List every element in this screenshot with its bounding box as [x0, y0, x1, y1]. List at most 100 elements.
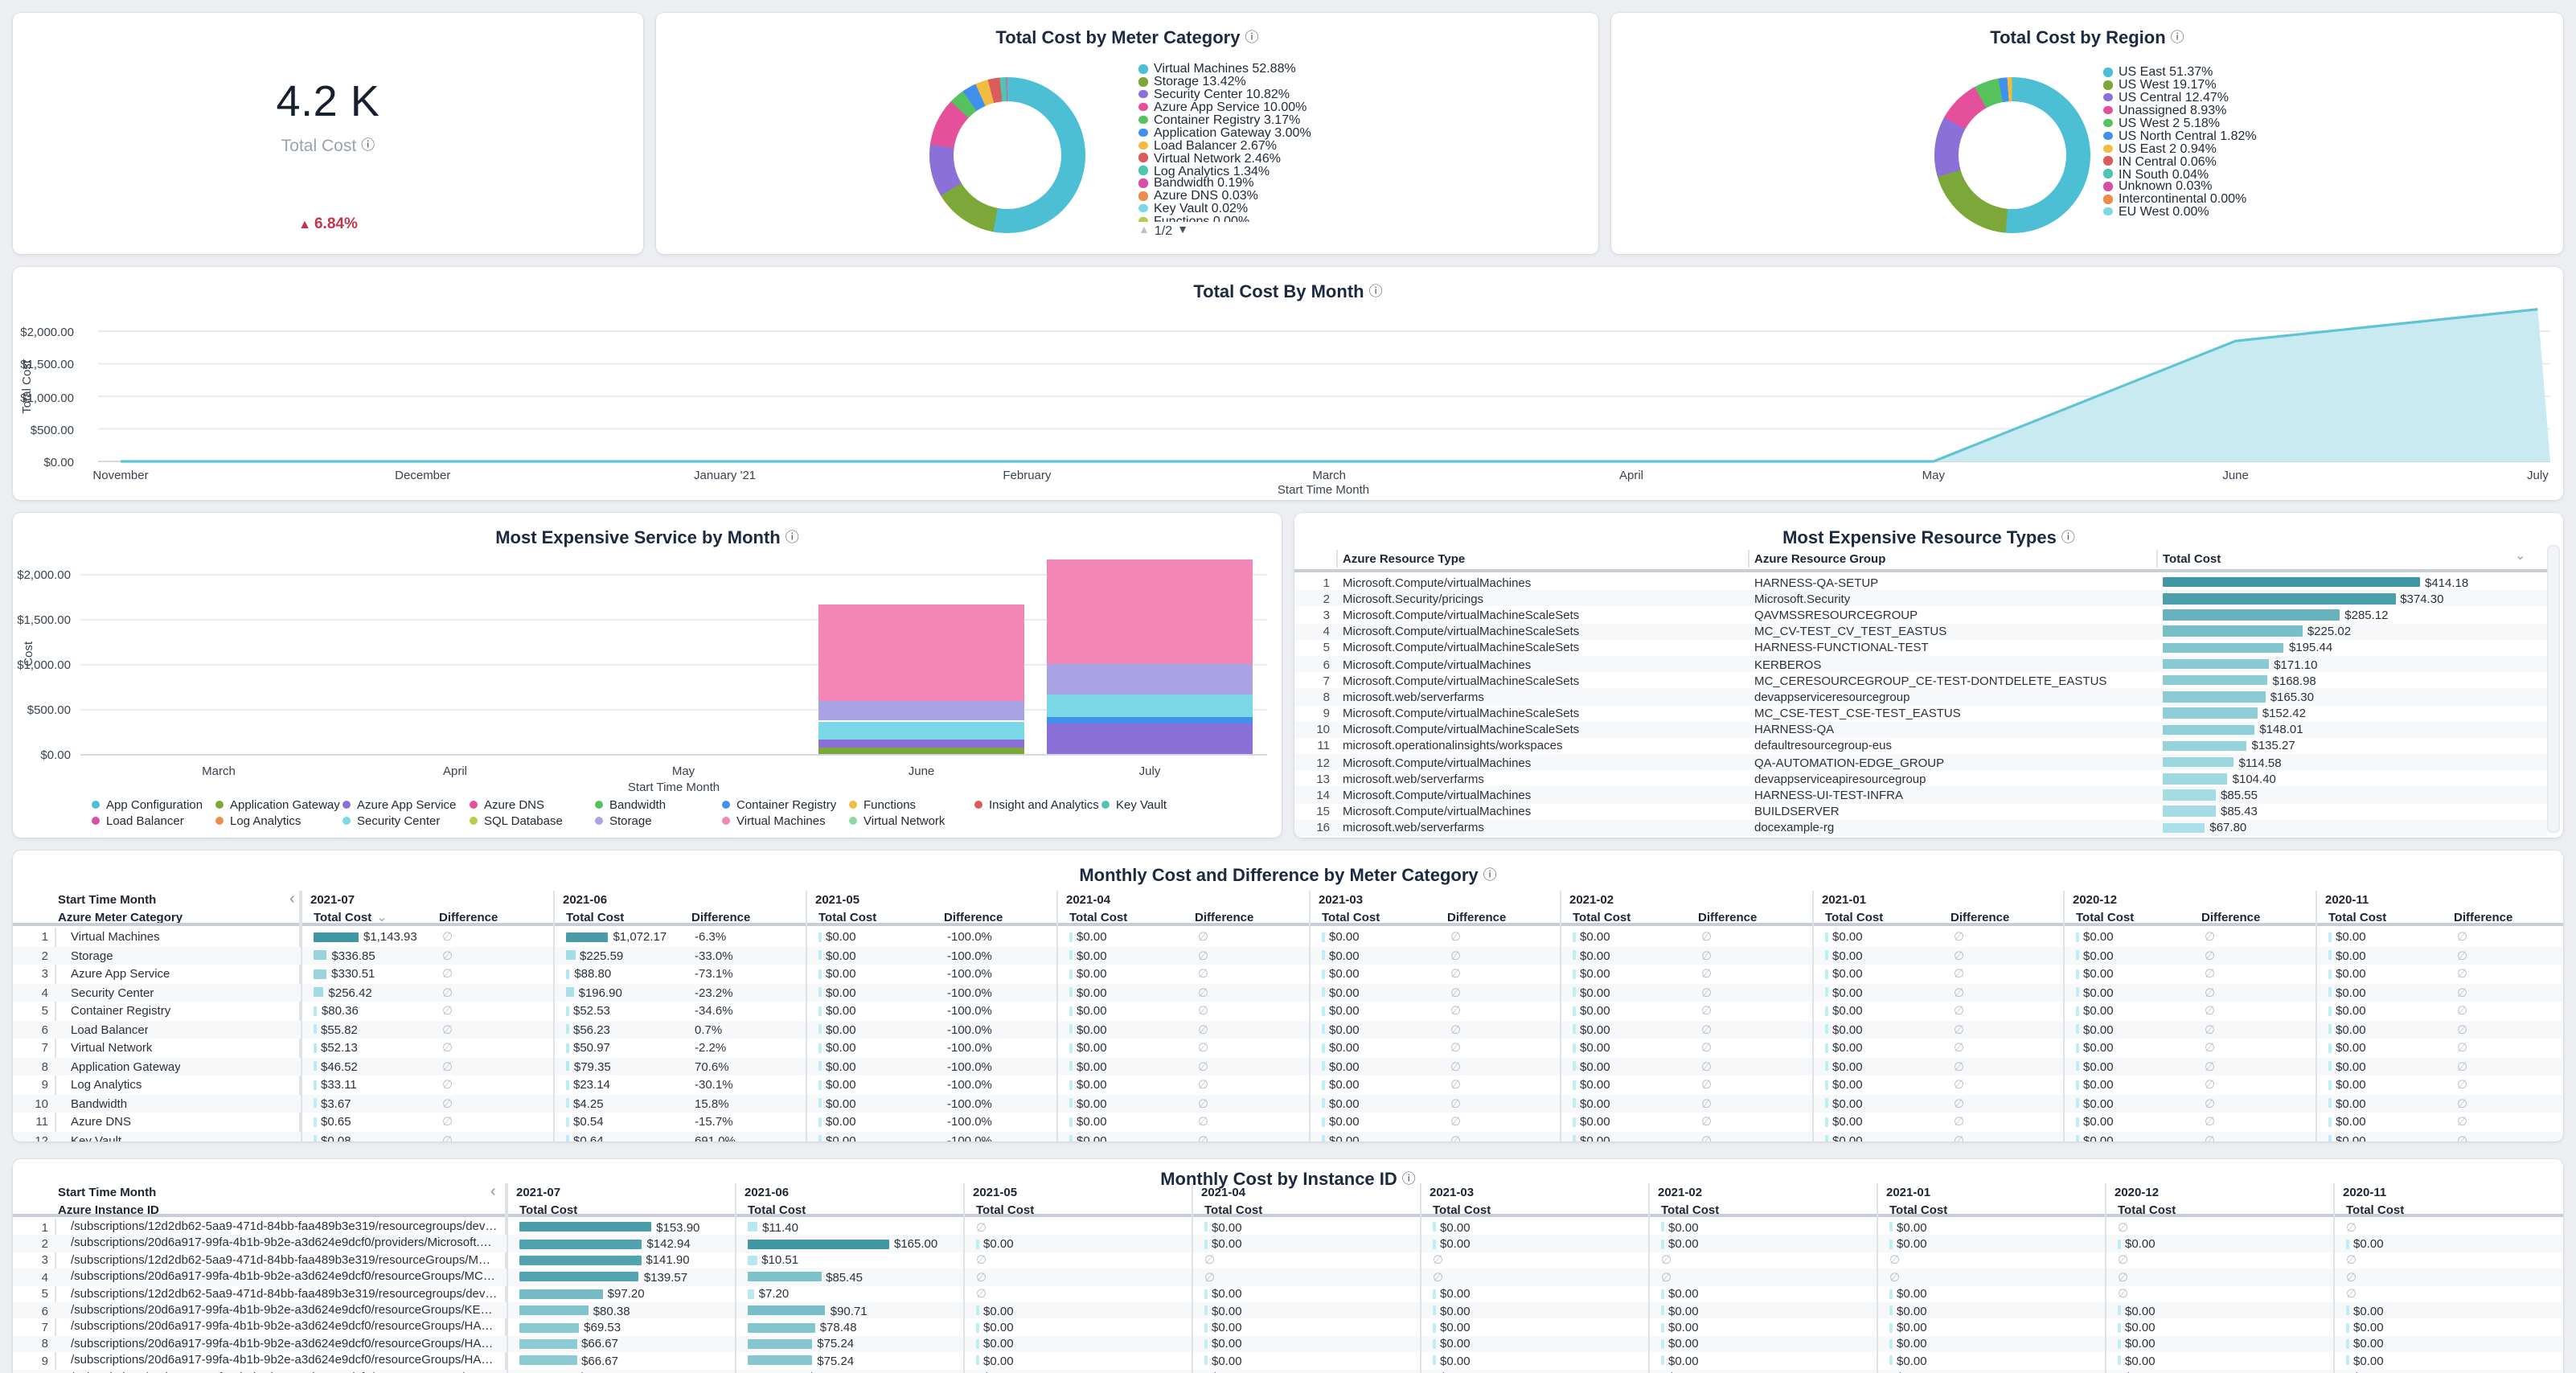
total-cost-cell[interactable]: $0.00 — [818, 1076, 937, 1094]
total-cost-cell[interactable]: $0.00 — [1889, 1335, 2108, 1352]
total-cost-cell[interactable]: $0.00 — [1573, 928, 1692, 946]
month-header[interactable]: 2021-06 — [563, 892, 607, 907]
total-cost-cell[interactable]: $0.64 — [566, 1131, 685, 1141]
total-cost-cell[interactable]: $65.08 — [748, 1369, 966, 1373]
total-cost-cell[interactable]: $0.00 — [2328, 946, 2447, 965]
total-cost-cell[interactable]: $0.00 — [2328, 1113, 2447, 1131]
total-cost-cell[interactable]: $0.00 — [2346, 1236, 2563, 1252]
total-cost-cell[interactable]: ∅ — [2118, 1268, 2336, 1285]
total-cost-cell[interactable]: $1,143.93 — [314, 928, 433, 946]
table-row[interactable]: 3Azure App Service$330.51∅$88.80-73.1%$0… — [13, 965, 2563, 983]
legend-item[interactable]: Virtual Machines — [722, 814, 826, 828]
legend-item[interactable]: Log Analytics — [215, 814, 301, 828]
legend-item[interactable]: Log Analytics 1.34% — [1138, 164, 1573, 177]
bar-segment[interactable] — [1047, 663, 1253, 694]
total-cost-cell[interactable]: $0.00 — [2328, 1057, 2447, 1076]
total-cost-cell[interactable]: $1,072.17 — [566, 928, 685, 946]
total-cost-cell[interactable]: $0.00 — [1322, 965, 1441, 983]
total-cost-cell[interactable]: $0.00 — [2118, 1369, 2336, 1373]
month-header[interactable]: 2021-01 — [1822, 892, 1866, 907]
total-cost-cell[interactable]: $0.00 — [1573, 965, 1692, 983]
table-row[interactable]: 11microsoft.operationalinsights/workspac… — [1294, 738, 2547, 754]
legend-item[interactable]: US West 19.17% — [2103, 79, 2537, 92]
total-cost-cell[interactable]: $0.00 — [1204, 1236, 1423, 1252]
total-cost-cell[interactable]: $55.82 — [314, 1020, 433, 1039]
total-cost-cell[interactable]: $153.90 — [519, 1219, 738, 1236]
total-cost-cell[interactable]: $0.00 — [818, 946, 937, 965]
legend-item[interactable]: US East 2 0.94% — [2103, 142, 2537, 155]
vertical-scrollbar[interactable] — [2547, 545, 2560, 833]
legend-item[interactable]: Storage — [595, 814, 652, 828]
total-cost-cell[interactable]: $3.67 — [314, 1094, 433, 1113]
total-cost-cell[interactable]: $0.00 — [2328, 928, 2447, 946]
month-header[interactable]: 2021-03 — [1430, 1185, 1474, 1199]
total-cost-cell[interactable]: $0.00 — [1573, 1057, 1692, 1076]
total-cost-cell[interactable]: $0.00 — [1322, 946, 1441, 965]
legend-item[interactable]: Unknown 0.03% — [2103, 180, 2537, 193]
scroll-left-icon[interactable]: ‹ — [490, 1187, 496, 1199]
legend-item[interactable]: Unassigned 8.93% — [2103, 104, 2537, 117]
month-header[interactable]: 2020-12 — [2115, 1185, 2159, 1199]
total-cost-cell[interactable]: $0.00 — [976, 1302, 1195, 1319]
info-icon[interactable]: ⓘ — [361, 137, 375, 153]
region-donut[interactable] — [1934, 77, 2090, 233]
table-row[interactable]: 5/subscriptions/12d2db62-5aa9-471d-84bb-… — [13, 1285, 2563, 1302]
table-row[interactable]: 7Microsoft.Compute/virtualMachineScaleSe… — [1294, 672, 2547, 688]
bar-segment[interactable] — [818, 747, 1024, 754]
total-cost-cell[interactable]: $195.44 — [2163, 640, 2541, 656]
month-header[interactable]: 2021-05 — [815, 892, 859, 907]
total-cost-cell[interactable]: $0.00 — [818, 1113, 937, 1131]
info-icon[interactable]: ⓘ — [1402, 1170, 1416, 1187]
legend-item[interactable]: US Central 12.47% — [2103, 92, 2537, 105]
total-cost-cell[interactable]: $97.20 — [519, 1285, 738, 1302]
legend-item[interactable]: Load Balancer — [92, 814, 184, 828]
total-cost-cell[interactable]: $0.00 — [1322, 1020, 1441, 1039]
total-cost-cell[interactable]: $0.00 — [1825, 1057, 1944, 1076]
total-cost-cell[interactable]: $0.00 — [2076, 1039, 2195, 1057]
total-cost-cell[interactable]: $0.00 — [1433, 1335, 1651, 1352]
total-cost-cell[interactable]: $0.00 — [1204, 1219, 1423, 1236]
total-cost-cell[interactable]: $0.00 — [2328, 1002, 2447, 1020]
table-row[interactable]: 1Microsoft.Compute/virtualMachinesHARNES… — [1294, 574, 2547, 590]
month-header[interactable]: 2020-11 — [2325, 892, 2369, 907]
table-row[interactable]: 7Virtual Network$52.13∅$50.97-2.2%$0.00-… — [13, 1039, 2563, 1057]
stacked-bar[interactable] — [1047, 513, 1253, 754]
total-cost-cell[interactable]: $165.30 — [2163, 689, 2541, 705]
total-cost-cell[interactable]: $374.30 — [2163, 590, 2541, 606]
total-cost-cell[interactable]: $0.00 — [2118, 1236, 2336, 1252]
total-cost-cell[interactable]: $0.00 — [1433, 1352, 1651, 1369]
table-row[interactable]: 6/subscriptions/20d6a917-99fa-4b1b-9b2e-… — [13, 1302, 2563, 1319]
total-cost-cell[interactable]: $0.00 — [1889, 1352, 2108, 1369]
legend-item[interactable]: Azure DNS — [470, 797, 544, 812]
total-cost-cell[interactable]: $11.40 — [748, 1219, 966, 1236]
total-cost-cell[interactable]: $0.00 — [976, 1352, 1195, 1369]
total-cost-cell[interactable]: $0.00 — [976, 1319, 1195, 1336]
total-cost-cell[interactable]: ∅ — [1433, 1252, 1651, 1269]
total-cost-cell[interactable]: $0.00 — [1825, 1039, 1944, 1057]
legend-item[interactable]: Virtual Network — [849, 814, 945, 828]
scroll-left-icon[interactable]: ‹ — [289, 894, 295, 907]
total-cost-cell[interactable]: $0.00 — [818, 1131, 937, 1141]
total-cost-cell[interactable]: $0.00 — [1825, 928, 1944, 946]
table-row[interactable]: 1Virtual Machines$1,143.93∅$1,072.17-6.3… — [13, 928, 2563, 946]
table-row[interactable]: 11Azure DNS$0.65∅$0.54-15.7%$0.00-100.0%… — [13, 1113, 2563, 1131]
total-cost-cell[interactable]: ∅ — [2346, 1219, 2563, 1236]
table-row[interactable]: 10Microsoft.Compute/virtualMachineScaleS… — [1294, 721, 2547, 737]
total-cost-cell[interactable]: $0.00 — [1825, 1020, 1944, 1039]
info-icon[interactable]: ⓘ — [1483, 867, 1497, 883]
total-cost-cell[interactable]: $0.00 — [2346, 1369, 2563, 1373]
month-header[interactable]: 2021-05 — [973, 1185, 1017, 1199]
total-cost-cell[interactable]: $0.00 — [1573, 1039, 1692, 1057]
total-cost-cell[interactable]: $0.00 — [1204, 1319, 1423, 1336]
month-header[interactable]: 2021-02 — [1569, 892, 1614, 907]
total-cost-cell[interactable]: $0.00 — [1889, 1302, 2108, 1319]
total-cost-cell[interactable]: $0.00 — [818, 1002, 937, 1020]
total-cost-cell[interactable]: $0.00 — [2076, 1131, 2195, 1141]
legend-item[interactable]: Key Vault — [1101, 797, 1167, 812]
total-cost-cell[interactable]: $7.20 — [748, 1285, 966, 1302]
table-row[interactable]: 10/subscriptions/20d6a917-99fa-4b1b-9b2e… — [13, 1369, 2563, 1373]
table-row[interactable]: 6Microsoft.Compute/virtualMachinesKERBER… — [1294, 656, 2547, 672]
total-cost-cell[interactable]: ∅ — [2118, 1252, 2336, 1269]
month-header[interactable]: 2021-04 — [1201, 1185, 1245, 1199]
total-cost-cell[interactable]: $0.00 — [2076, 1094, 2195, 1113]
